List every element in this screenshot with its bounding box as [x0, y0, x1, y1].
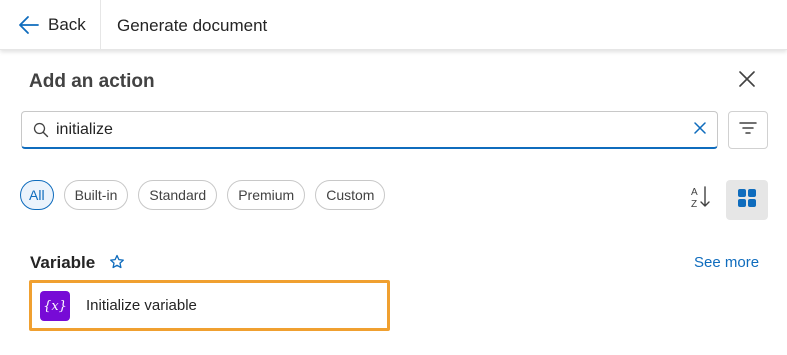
chip-standard[interactable]: Standard	[138, 180, 218, 210]
clear-search-button[interactable]	[691, 121, 709, 139]
grid-view-icon	[737, 188, 757, 213]
filter-chips: All Built-in Standard Premium Custom	[20, 180, 386, 210]
page-title: Generate document	[117, 16, 268, 35]
see-more-link[interactable]: See more	[694, 252, 759, 274]
filter-button[interactable]	[728, 111, 768, 149]
back-button[interactable]: Back	[10, 6, 98, 44]
sort-button[interactable]: A Z	[684, 180, 718, 218]
search-icon	[33, 122, 49, 143]
back-label: Back	[48, 15, 86, 34]
chip-all[interactable]: All	[20, 180, 54, 210]
svg-text:Z: Z	[691, 199, 697, 210]
section-title: Variable	[30, 253, 96, 272]
arrow-left-icon	[18, 15, 40, 35]
clear-icon	[694, 121, 706, 139]
search-box	[21, 111, 718, 149]
filter-icon	[739, 121, 757, 140]
action-label: Initialize variable	[86, 297, 197, 314]
panel-title: Add an action	[29, 71, 155, 92]
divider	[100, 0, 101, 50]
chip-premium[interactable]: Premium	[227, 180, 306, 210]
chip-built-in[interactable]: Built-in	[63, 180, 129, 210]
close-icon	[739, 70, 755, 92]
favorite-button[interactable]	[109, 254, 127, 272]
svg-text:A: A	[691, 187, 698, 198]
action-initialize-variable[interactable]: {x} Initialize variable	[29, 280, 390, 331]
search-input[interactable]	[56, 117, 676, 143]
chip-custom[interactable]: Custom	[315, 180, 386, 210]
top-bar: Back Generate document	[0, 0, 787, 50]
variable-icon: {x}	[40, 291, 70, 321]
sort-az-icon: A Z	[690, 184, 712, 215]
star-icon	[109, 254, 125, 274]
close-button[interactable]	[732, 66, 762, 96]
grid-view-button[interactable]	[726, 180, 768, 220]
